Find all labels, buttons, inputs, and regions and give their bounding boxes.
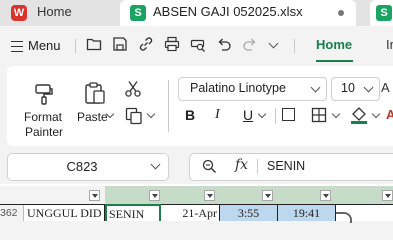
- border-icon[interactable]: [311, 107, 327, 123]
- fill-color-icon[interactable]: [350, 105, 368, 125]
- undo-icon[interactable]: [216, 36, 232, 52]
- filter-icon[interactable]: [149, 190, 160, 201]
- font-settings-icon[interactable]: [282, 108, 295, 121]
- format-painter-label-2[interactable]: Painter: [25, 125, 63, 139]
- tab-home-label: Home: [37, 4, 72, 19]
- tab-next[interactable]: S: [370, 0, 393, 26]
- hamburger-icon: [11, 41, 23, 53]
- print-preview-icon[interactable]: [190, 36, 206, 52]
- row-number[interactable]: 362: [0, 205, 24, 221]
- open-folder-icon[interactable]: [86, 36, 102, 52]
- divider: [257, 159, 258, 174]
- format-painter-label-1[interactable]: Format: [24, 110, 62, 124]
- cell-date[interactable]: 21-Apr: [161, 205, 220, 221]
- cell-reference: C823: [66, 159, 98, 174]
- cell-time-in[interactable]: 3:55: [220, 205, 278, 221]
- tab-document-label: ABSEN GAJI 052025.xlsx: [153, 4, 303, 19]
- unsaved-dot-icon[interactable]: [338, 10, 344, 16]
- format-painter-icon[interactable]: [33, 83, 55, 105]
- filter-icon[interactable]: [320, 190, 331, 201]
- copy-icon[interactable]: [125, 107, 143, 125]
- divider: [75, 39, 76, 53]
- fx-icon[interactable]: fx: [235, 157, 248, 173]
- formula-bar[interactable]: fx SENIN: [189, 153, 393, 181]
- link-icon[interactable]: [138, 36, 154, 52]
- divider: [275, 108, 276, 124]
- wps-logo-icon: W: [11, 5, 27, 21]
- menu-button[interactable]: Menu: [11, 38, 61, 53]
- font-size-select[interactable]: 10: [331, 77, 380, 101]
- cell-time-out[interactable]: 19:41: [278, 205, 336, 221]
- cell-name[interactable]: UNGGUL DID: [24, 205, 105, 221]
- paste-label[interactable]: Paste: [77, 110, 108, 124]
- cut-icon[interactable]: [124, 80, 142, 98]
- dropdown-icon[interactable]: [268, 38, 279, 49]
- tab-home[interactable]: W Home: [0, 0, 110, 26]
- font-color-icon[interactable]: A: [386, 107, 393, 122]
- menu-label: Menu: [28, 38, 61, 53]
- divider: [168, 80, 169, 132]
- tab-document[interactable]: S ABSEN GAJI 052025.xlsx: [120, 0, 356, 26]
- name-box[interactable]: C823: [7, 153, 169, 181]
- search-icon[interactable]: [202, 159, 217, 174]
- italic-button[interactable]: I: [215, 107, 220, 123]
- redo-icon[interactable]: [242, 36, 258, 52]
- save-icon[interactable]: [112, 36, 128, 52]
- cell-selected[interactable]: SENIN: [105, 204, 161, 221]
- chevron-down-icon: [363, 82, 374, 93]
- bold-button[interactable]: B: [185, 107, 195, 123]
- filter-icon[interactable]: [382, 190, 393, 201]
- font-name-select[interactable]: Palatino Linotype: [178, 77, 327, 101]
- floating-button-icon[interactable]: [336, 212, 352, 223]
- spreadsheet-logo-icon: S: [376, 5, 392, 21]
- spreadsheet-logo-icon: S: [130, 5, 146, 21]
- filter-icon[interactable]: [262, 190, 273, 201]
- underline-button[interactable]: U: [243, 107, 253, 123]
- active-tab-indicator: [316, 60, 353, 62]
- menu-toolbar: Menu Home In: [0, 26, 393, 64]
- grow-font-icon[interactable]: A: [381, 80, 390, 95]
- formula-input[interactable]: SENIN: [267, 159, 305, 173]
- font-size-value: 10: [341, 81, 355, 95]
- chevron-down-icon: [310, 82, 321, 93]
- print-icon[interactable]: [164, 36, 180, 52]
- filter-icon[interactable]: [204, 190, 215, 201]
- ribbon-tab-home[interactable]: Home: [316, 37, 352, 52]
- paste-icon[interactable]: [84, 81, 106, 105]
- filter-icon[interactable]: [89, 190, 100, 201]
- divider: [294, 39, 295, 53]
- ribbon-tab-insert[interactable]: In: [386, 37, 393, 52]
- font-name-value: Palatino Linotype: [190, 81, 286, 95]
